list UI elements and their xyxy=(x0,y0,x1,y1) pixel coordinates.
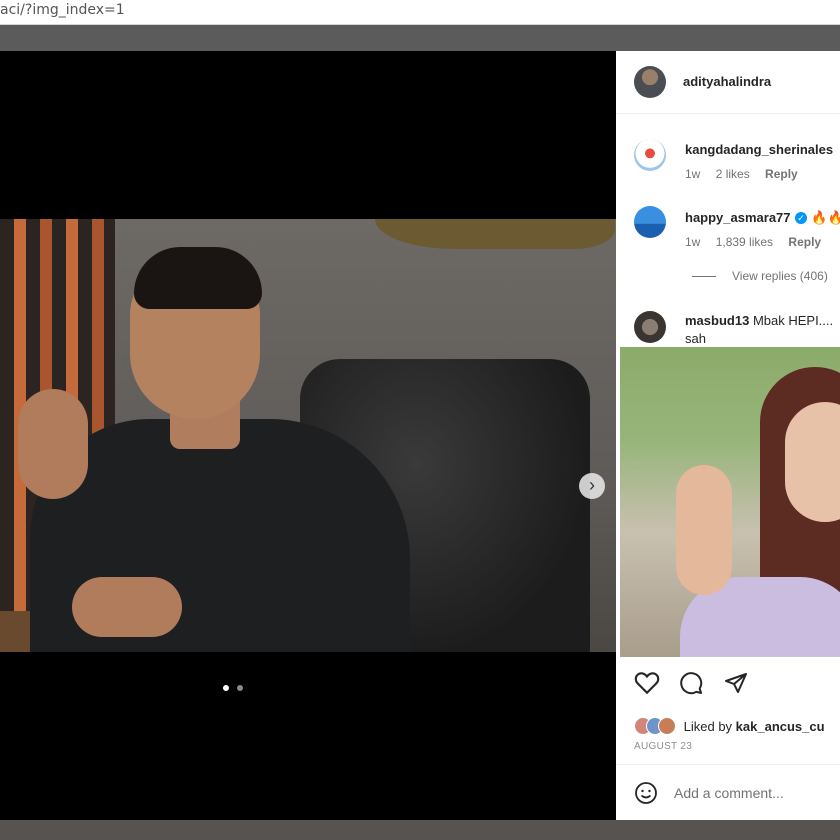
reply-button[interactable]: Reply xyxy=(788,235,821,249)
carousel-indicator xyxy=(223,678,247,696)
view-replies-button[interactable]: View replies (406) xyxy=(692,269,828,283)
comment-likes[interactable]: 1,839 likes xyxy=(716,235,773,249)
share-icon[interactable] xyxy=(723,671,749,695)
browser-address-bar[interactable]: aci/?img_index=1 xyxy=(0,0,840,25)
chevron-right-icon: › xyxy=(589,475,595,495)
comment-time: 1w xyxy=(685,235,701,249)
comment-text: 🔥🔥 xyxy=(811,210,840,225)
author-avatar[interactable] xyxy=(634,66,666,98)
liked-by-label: Liked by xyxy=(683,718,733,734)
url-text[interactable]: aci/?img_index=1 xyxy=(0,2,125,18)
post-media-viewer: › xyxy=(0,51,616,820)
overlay-photo xyxy=(620,347,840,657)
liked-by-summary: Liked by kak_ancus_cu xyxy=(634,717,825,738)
reply-button[interactable]: Reply xyxy=(765,167,798,181)
post-date: AUGUST 23 xyxy=(634,741,693,752)
liked-by-user[interactable]: kak_ancus_cu xyxy=(736,719,825,734)
commenter-username[interactable]: kangdadang_sherinales xyxy=(685,142,833,157)
commenter-avatar[interactable] xyxy=(634,311,666,343)
verified-badge-icon: ✓ xyxy=(794,211,807,224)
comment-text-continued: sah xyxy=(685,331,706,346)
comment-icon[interactable] xyxy=(678,671,704,695)
comment-likes[interactable]: 2 likes xyxy=(716,167,750,181)
carousel-dot-active xyxy=(223,685,229,691)
post-actions xyxy=(634,671,763,700)
post-side-panel: adityahalindra kangdadang_sherinales 1w … xyxy=(616,51,840,820)
emoji-icon[interactable] xyxy=(634,781,658,805)
post-header: adityahalindra xyxy=(616,51,840,114)
add-comment-bar: Add a comment... xyxy=(616,764,840,821)
dimmed-background-bottom xyxy=(0,820,840,840)
comment-time: 1w xyxy=(685,167,701,181)
heart-icon[interactable] xyxy=(634,671,660,695)
commenter-avatar[interactable] xyxy=(634,206,666,238)
post-photo xyxy=(0,219,616,652)
comment-input[interactable]: Add a comment... xyxy=(674,785,784,801)
commenter-username[interactable]: masbud13 xyxy=(685,313,749,328)
author-username[interactable]: adityahalindra xyxy=(683,74,771,89)
comment-text: Mbak HEPI.... xyxy=(752,313,834,328)
dimmed-background xyxy=(0,25,840,51)
commenter-username[interactable]: happy_asmara77 xyxy=(685,210,791,225)
liked-by-avatars[interactable] xyxy=(634,717,676,738)
carousel-dot xyxy=(237,685,244,691)
carousel-next-button[interactable]: › xyxy=(579,473,605,499)
commenter-avatar[interactable] xyxy=(634,139,666,171)
